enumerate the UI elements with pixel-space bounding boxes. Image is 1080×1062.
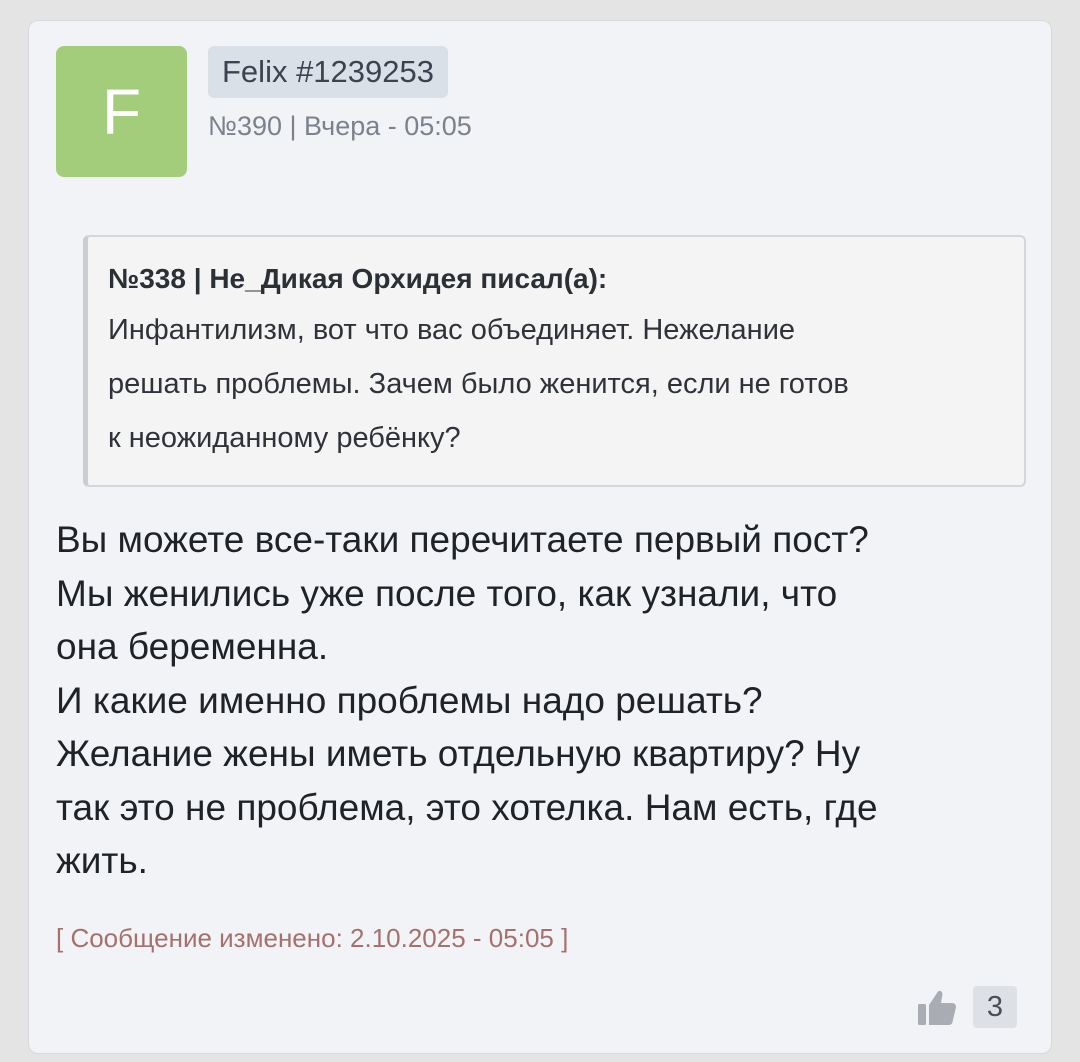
message-line: Вы можете все-таки перечитаете первый по…	[56, 519, 869, 560]
like-control[interactable]: 3	[915, 985, 1017, 1029]
message-line: Желание жены иметь отдельную квартиру? Н…	[56, 733, 861, 774]
message-line: жить.	[56, 840, 148, 881]
edited-note: [ Сообщение изменено: 2.10.2025 - 05:05 …	[56, 923, 569, 953]
like-count: 3	[973, 986, 1017, 1028]
quote-line: Инфантилизм, вот что вас объединяет. Неж…	[108, 314, 796, 346]
message-line: она беременна.	[56, 626, 329, 667]
post-meta: №390 | Вчера - 05:05	[208, 111, 472, 141]
avatar-letter: F	[101, 75, 142, 148]
quote-line: решать проблемы. Зачем было женится, есл…	[108, 368, 849, 400]
avatar[interactable]: F	[56, 46, 187, 177]
username: Felix #1239253	[222, 54, 434, 89]
message-line: Мы женились уже после того, как узнали, …	[56, 572, 838, 614]
message-line: так это не проблема, это хотелка. Нам ес…	[56, 786, 878, 828]
thumbs-up-icon[interactable]	[915, 985, 959, 1029]
quoted-message: №338 | Не_Дикая Орхидея писал(а): Инфант…	[83, 235, 1026, 487]
message-line: И какие именно проблемы надо решать?	[56, 679, 763, 721]
forum-post-card: F Felix #1239253 №390 | Вчера - 05:05 №3…	[28, 20, 1052, 1054]
quote-line: к неожиданному ребёнку?	[108, 422, 461, 454]
username-badge[interactable]: Felix #1239253	[208, 46, 448, 98]
quote-body: Инфантилизм, вот что вас объединяет. Неж…	[108, 303, 1004, 465]
message-body: Вы можете все-таки перечитаете первый по…	[56, 513, 1016, 888]
quote-header: №338 | Не_Дикая Орхидея писал(а):	[108, 263, 608, 294]
